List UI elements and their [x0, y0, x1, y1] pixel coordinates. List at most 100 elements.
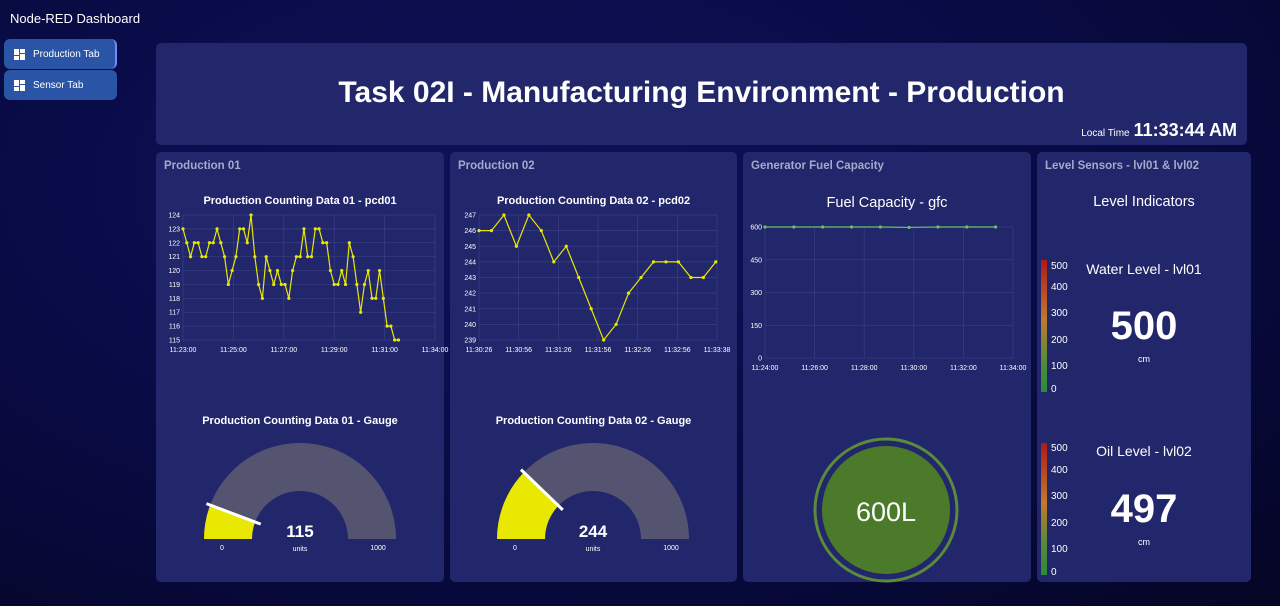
y-tick-label: 600	[750, 225, 762, 232]
x-tick-label: 11:33:38	[704, 347, 731, 354]
dashboard-icon	[14, 48, 25, 60]
x-tick-label: 11:30:26	[466, 347, 493, 354]
y-tick-label: 241	[464, 306, 476, 313]
data-point	[355, 282, 359, 287]
data-point	[238, 227, 242, 231]
data-point	[230, 268, 234, 273]
chart-title: Fuel Capacity - gfc	[826, 195, 948, 211]
scale-tick: 0	[1051, 567, 1057, 578]
series-line	[182, 214, 399, 341]
y-tick-label: 242	[464, 291, 476, 298]
data-point	[664, 260, 668, 264]
data-point	[359, 310, 363, 314]
y-tick-label: 300	[750, 290, 762, 297]
data-point	[279, 282, 283, 287]
data-point	[351, 255, 355, 259]
data-point	[302, 227, 306, 231]
data-point	[821, 225, 825, 229]
data-point	[396, 338, 401, 342]
data-point	[298, 255, 302, 259]
x-tick-label: 11:30:00	[900, 365, 927, 372]
y-tick-label: 246	[464, 228, 476, 235]
data-point	[477, 229, 481, 233]
y-tick-label: 124	[168, 213, 180, 220]
gauge-max: 1000	[370, 545, 386, 552]
line-chart-gfc: 600 450 300 150 0 11:24:00 11:26:00 11:28:00 11:…	[750, 225, 1026, 373]
data-point	[317, 227, 321, 231]
data-point	[362, 282, 367, 287]
x-tick-label: 11:34:00	[422, 347, 449, 354]
x-tick-label: 11:31:26	[545, 347, 572, 354]
data-point	[552, 260, 556, 264]
y-tick-label: 0	[758, 356, 762, 363]
gauge-title: Production Counting Data 02 - Gauge	[495, 415, 692, 427]
data-point	[336, 282, 340, 287]
scale-tick: 0	[1051, 384, 1057, 395]
dashboard-icon	[14, 79, 25, 91]
water-level-unit: cm	[1138, 354, 1150, 364]
data-point	[309, 255, 314, 259]
data-point	[385, 324, 389, 328]
nav-item-label: Sensor Tab	[33, 79, 84, 91]
gauge-title: Production Counting Data 01 - Gauge	[202, 415, 398, 427]
y-tick-label: 118	[169, 296, 180, 303]
gauge-value: 115	[286, 522, 313, 541]
fuel-donut: 600L	[813, 437, 959, 583]
data-point	[689, 275, 693, 280]
data-point	[340, 268, 344, 273]
chart-title: Production Counting Data 02 - pcd02	[496, 195, 691, 207]
data-point	[714, 260, 718, 264]
data-point	[249, 213, 253, 217]
data-point	[234, 255, 238, 259]
x-tick-label: 11:28:00	[851, 365, 878, 372]
data-point	[313, 227, 317, 231]
data-point	[287, 296, 291, 300]
local-time: Local Time 11:33:44 AM	[1081, 120, 1237, 141]
y-tick-label: 240	[464, 322, 476, 329]
data-point	[268, 268, 272, 273]
app-title: Node-RED Dashboard	[10, 11, 141, 26]
x-tick-label: 11:32:26	[624, 347, 651, 354]
data-point	[181, 227, 185, 231]
data-point	[321, 241, 325, 245]
panel-title: Production 02	[458, 160, 535, 172]
data-point	[849, 225, 854, 229]
panel-production-01: Production 01 Production Counting Data 0…	[156, 152, 448, 582]
data-point	[328, 268, 333, 273]
scale-tick: 400	[1051, 465, 1068, 476]
y-tick-label: 120	[168, 268, 180, 275]
data-point	[589, 307, 593, 311]
page-title: Task 02I - Manufacturing Environment - P…	[338, 76, 1065, 109]
panel-title: Production 01	[164, 160, 241, 172]
data-point	[245, 241, 249, 245]
data-point	[626, 291, 631, 295]
data-point	[257, 282, 261, 287]
nav-item-production-tab[interactable]: Production Tab	[4, 39, 117, 69]
data-point	[204, 255, 208, 259]
data-point	[200, 255, 204, 259]
oil-level-label: Oil Level - lvl02	[1096, 443, 1192, 459]
data-point	[389, 324, 393, 328]
data-point	[275, 268, 280, 273]
line-chart-pcd01: 124 123 122 121 120 119 118 117 116 115 11:23:00 11…	[168, 213, 448, 355]
data-point	[676, 260, 681, 264]
data-point	[253, 255, 257, 259]
data-point	[343, 282, 348, 287]
data-point	[994, 225, 998, 229]
data-point	[701, 275, 705, 280]
data-point	[188, 255, 193, 259]
x-tick-label: 11:30:56	[505, 347, 532, 354]
data-point	[381, 296, 385, 300]
local-time-label: Local Time	[1081, 128, 1130, 139]
gauge-value: 244	[579, 522, 608, 541]
gauge-max: 1000	[663, 545, 679, 552]
y-tick-label: 150	[750, 323, 762, 330]
gauge-unit: units	[586, 546, 601, 553]
panel-generator-fuel: Generator Fuel Capacity Fuel Capacity - …	[743, 152, 1031, 583]
scale-tick: 400	[1051, 282, 1068, 293]
panel-title: Generator Fuel Capacity	[751, 160, 884, 172]
data-point	[366, 268, 370, 273]
gauge-unit: units	[293, 546, 308, 553]
nav-item-sensor-tab[interactable]: Sensor Tab	[4, 70, 117, 100]
data-point	[502, 213, 506, 217]
